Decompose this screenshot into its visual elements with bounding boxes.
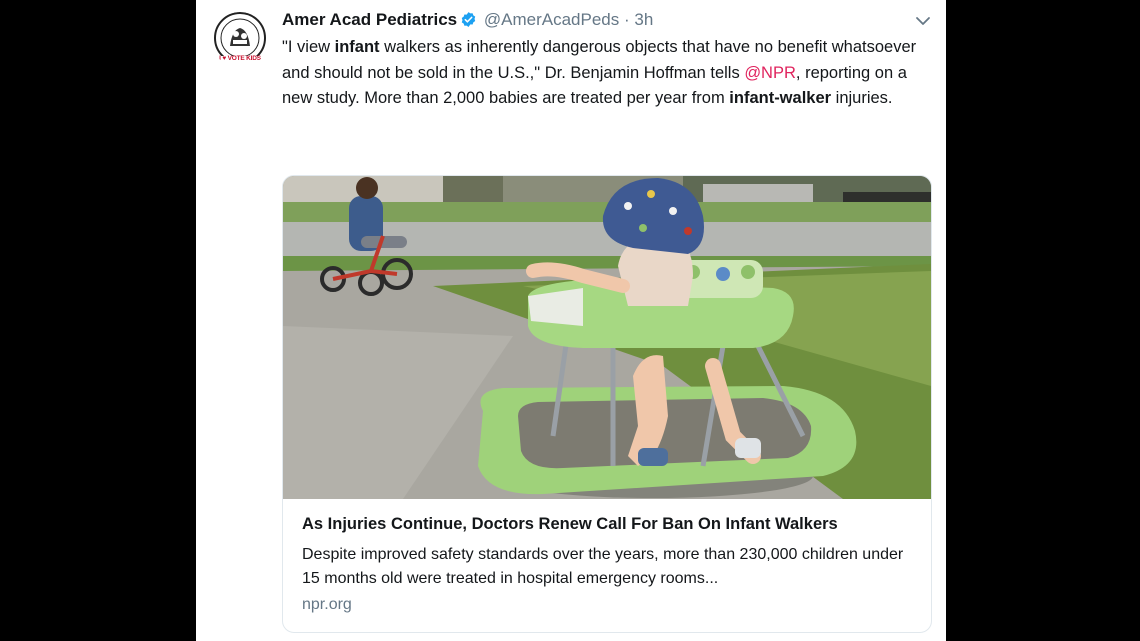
- link-preview-card[interactable]: As Injuries Continue, Doctors Renew Call…: [282, 175, 932, 633]
- tweet-time[interactable]: 3h: [634, 10, 653, 29]
- card-description: Despite improved safety standards over t…: [302, 546, 904, 587]
- tweet-header: Amer Acad Pediatrics @AmerAcadPeds · 3h: [282, 10, 653, 30]
- tweet-text-bold: infant: [334, 38, 380, 56]
- author-name[interactable]: Amer Acad Pediatrics: [282, 10, 457, 29]
- avatar[interactable]: I ♥ VOTE KIDS: [212, 12, 268, 68]
- avatar-badge: I ♥ VOTE KIDS: [219, 55, 261, 62]
- author-handle[interactable]: @AmerAcadPeds: [484, 10, 619, 29]
- card-title[interactable]: As Injuries Continue, Doctors Renew Call…: [302, 515, 838, 534]
- tweet-card[interactable]: I ♥ VOTE KIDS Amer Acad Pediatrics @Amer…: [196, 0, 946, 641]
- mention-link[interactable]: @NPR: [744, 64, 796, 82]
- time-separator: ·: [623, 10, 630, 29]
- card-image: [283, 176, 931, 499]
- chevron-down-icon[interactable]: [914, 12, 932, 30]
- verified-badge-icon: [461, 12, 476, 27]
- card-domain[interactable]: npr.org: [302, 596, 352, 614]
- tweet-text-part: "I view: [282, 38, 335, 56]
- tweet-text: "I view infant walkers as inherently dan…: [282, 35, 922, 112]
- tweet-text-part: injuries.: [831, 89, 893, 107]
- tweet-text-bold: infant-walker: [729, 89, 832, 107]
